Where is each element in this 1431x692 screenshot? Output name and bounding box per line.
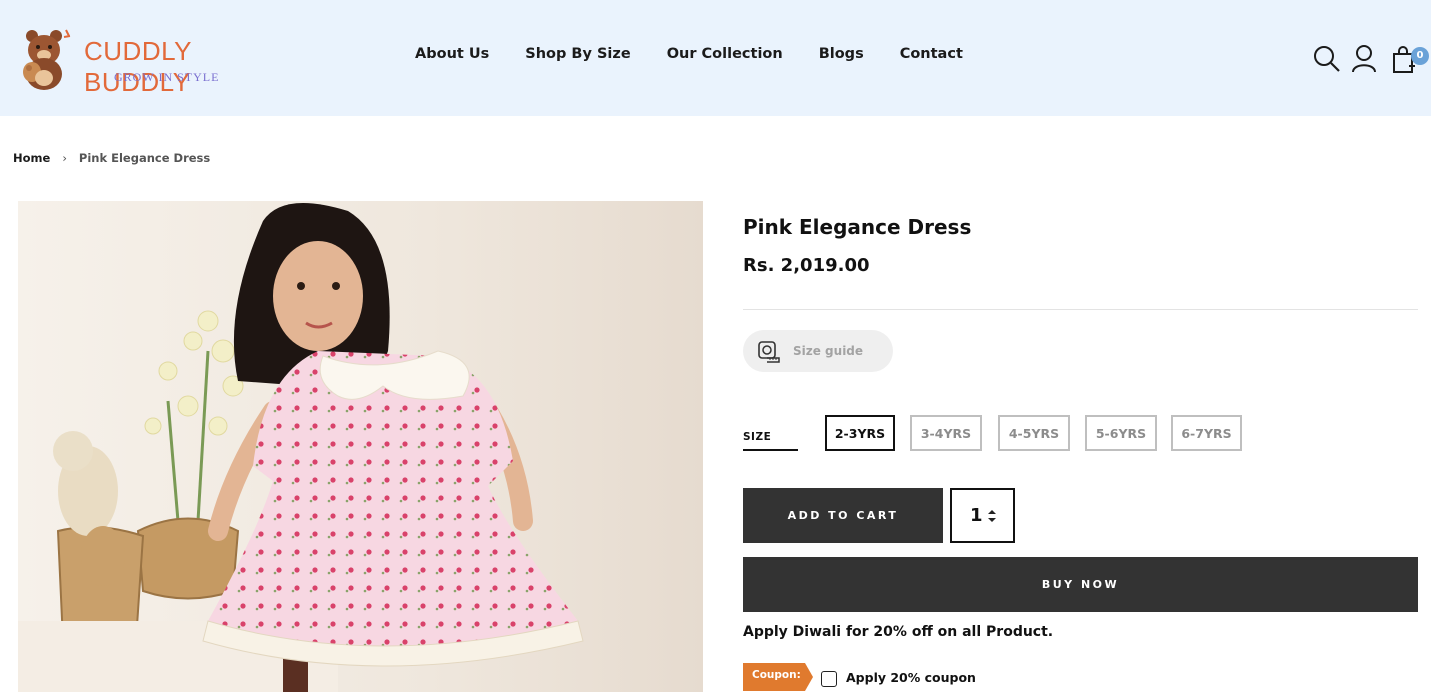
nav-item-shop-by-size[interactable]: Shop By Size — [525, 46, 630, 62]
account-icon[interactable] — [1351, 44, 1377, 74]
chevron-right-icon: › — [62, 151, 67, 165]
breadcrumb-current: Pink Elegance Dress — [78, 151, 211, 165]
size-option-6-7yrs[interactable]: 6-7YRS — [1171, 415, 1242, 451]
buy-now-button[interactable]: BUY NOW — [743, 557, 1418, 612]
product-photo — [18, 201, 703, 692]
brand-tagline: GROW IN STYLE — [114, 70, 220, 84]
measuring-tape-icon — [758, 341, 780, 363]
size-option-2-3yrs[interactable]: 2-3YRS — [825, 415, 895, 451]
site-header: CUDDLY BUDDLY GROW IN STYLE About Us Sho… — [0, 0, 1431, 116]
size-label-underline — [743, 449, 798, 451]
product-image[interactable] — [18, 201, 703, 692]
nav-item-about-us[interactable]: About Us — [415, 46, 489, 62]
size-option-4-5yrs[interactable]: 4-5YRS — [998, 415, 1070, 451]
product-title: Pink Elegance Dress — [743, 215, 972, 239]
nav-item-contact[interactable]: Contact — [900, 46, 963, 62]
breadcrumb-home[interactable]: Home — [13, 151, 50, 165]
quantity-stepper[interactable]: 1 — [950, 488, 1015, 543]
size-guide-label: Size guide — [793, 344, 864, 358]
bear-logo-icon — [23, 29, 71, 90]
brand-logo[interactable]: CUDDLY BUDDLY GROW IN STYLE — [14, 28, 229, 97]
product-price: Rs. 2,019.00 — [743, 255, 870, 276]
coupon-tag-label: Coupon: — [752, 669, 801, 681]
add-to-cart-button[interactable]: ADD TO CART — [743, 488, 943, 543]
divider — [743, 309, 1418, 310]
stepper-arrows-icon[interactable] — [987, 507, 997, 525]
size-guide-button[interactable]: Size guide — [743, 330, 893, 372]
coupon-checkbox-label[interactable]: Apply 20% coupon — [846, 670, 976, 685]
coupon-tag: Coupon: — [743, 663, 813, 691]
brand-name: CUDDLY BUDDLY — [84, 36, 192, 97]
search-icon[interactable] — [1313, 44, 1341, 74]
nav-item-our-collection[interactable]: Our Collection — [667, 46, 783, 62]
header-actions: 0 — [1311, 44, 1431, 78]
quantity-value: 1 — [970, 505, 983, 526]
breadcrumb: Home › Pink Elegance Dress — [13, 151, 210, 165]
cart-count-badge: 0 — [1411, 47, 1429, 65]
promo-text: Apply Diwali for 20% off on all Product. — [743, 624, 1054, 640]
size-option-3-4yrs[interactable]: 3-4YRS — [910, 415, 982, 451]
coupon-checkbox[interactable] — [821, 671, 837, 687]
nav-item-blogs[interactable]: Blogs — [819, 46, 864, 62]
size-label: SIZE — [743, 431, 772, 443]
size-option-5-6yrs[interactable]: 5-6YRS — [1085, 415, 1157, 451]
main-nav: About Us Shop By Size Our Collection Blo… — [415, 46, 999, 62]
